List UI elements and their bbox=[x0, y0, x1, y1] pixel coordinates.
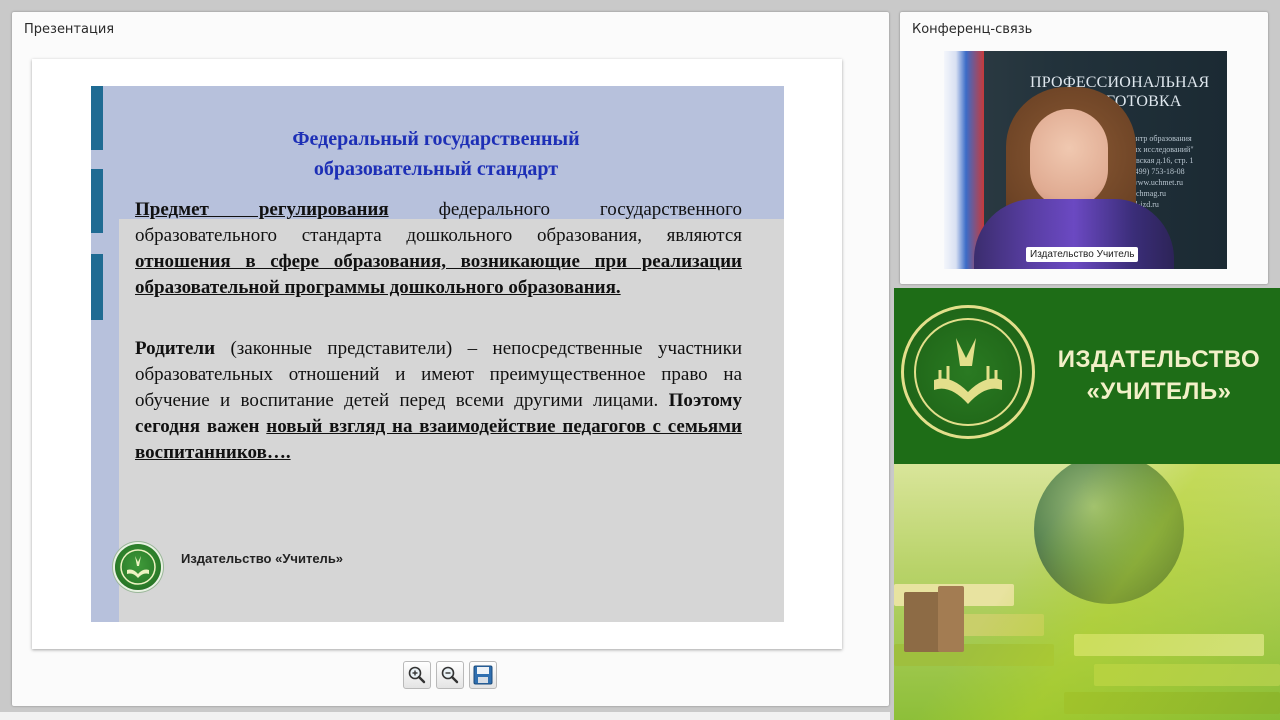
zoom-out-button[interactable] bbox=[436, 661, 464, 689]
slide-title: Федеральный государственный образователь… bbox=[292, 128, 580, 180]
slide-footer-publisher: Издательство «Учитель» bbox=[181, 551, 344, 566]
conference-panel: Конференц-связь ПРОФЕССИОНАЛЬНАЯ ПОДГОТО… bbox=[900, 12, 1268, 284]
save-button[interactable] bbox=[469, 661, 497, 689]
publisher-banner: ИЗДАТЕЛЬСТВО «УЧИТЕЛЬ» bbox=[894, 288, 1280, 464]
slide-paragraph-subject: Предмет регулирования федерального госуд… bbox=[135, 199, 742, 298]
conference-panel-title: Конференц-связь bbox=[912, 22, 1033, 37]
video-background-small-text: ентр образования ых исследований" овская… bbox=[1132, 134, 1194, 209]
zoom-in-icon bbox=[408, 666, 426, 684]
zoom-in-button[interactable] bbox=[403, 661, 431, 689]
slide-paragraph-parents: Родители (законные представители) – непо… bbox=[135, 338, 742, 463]
publisher-banner-title: ИЗДАТЕЛЬСТВО «УЧИТЕЛЬ» bbox=[1057, 346, 1261, 405]
presentation-panel: Презентация Федеральный государственный … bbox=[12, 12, 889, 706]
books-globe-image bbox=[894, 464, 1280, 720]
slide-accent-bar bbox=[91, 254, 103, 320]
slide-accent-bar bbox=[91, 169, 103, 233]
publisher-logo-icon bbox=[901, 305, 1035, 439]
zoom-out-icon bbox=[441, 666, 459, 684]
slide-accent-bar bbox=[91, 86, 103, 150]
slide: Федеральный государственный образователь… bbox=[91, 86, 784, 622]
webcam-video[interactable]: ПРОФЕССИОНАЛЬНАЯ ПОДГОТОВКА ентр образов… bbox=[944, 51, 1227, 269]
speaker-label: Издательство Учитель bbox=[1026, 247, 1139, 262]
presentation-panel-title: Презентация bbox=[24, 22, 115, 37]
speaker-face bbox=[1030, 109, 1108, 207]
publisher-logo-icon bbox=[115, 544, 161, 590]
save-icon bbox=[473, 665, 493, 685]
slide-viewer[interactable]: Федеральный государственный образователь… bbox=[32, 59, 842, 649]
